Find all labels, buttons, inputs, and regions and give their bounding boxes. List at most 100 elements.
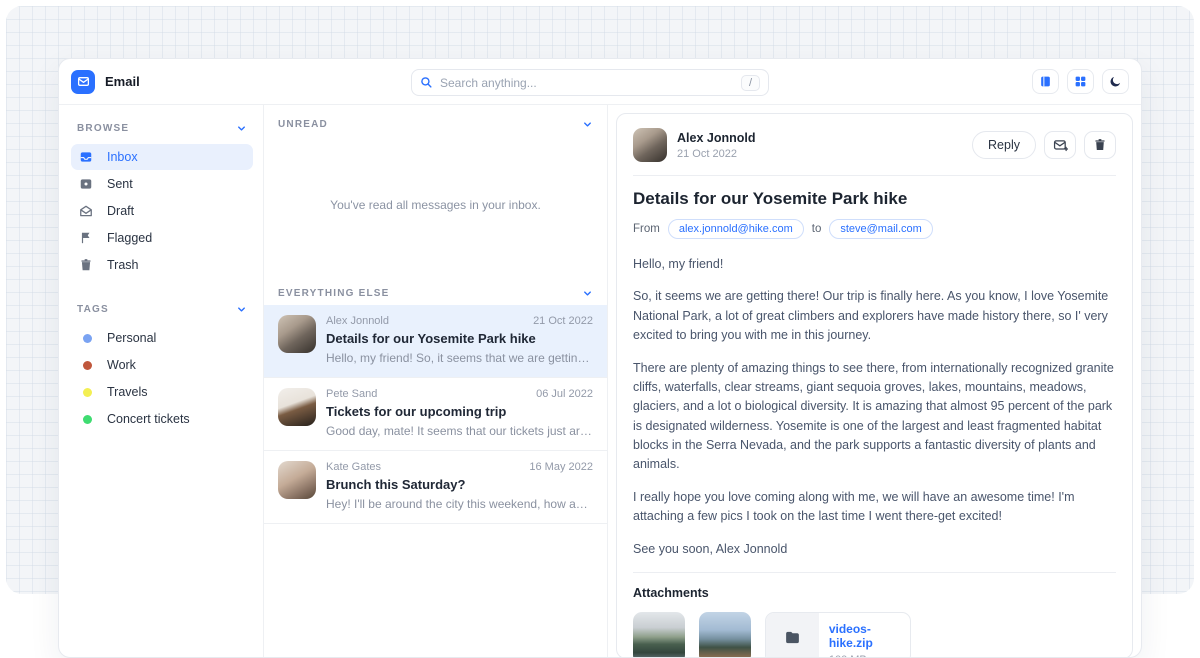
email-app-window: Email / xyxy=(58,58,1142,658)
body-paragraph: So, it seems we are getting there! Our t… xyxy=(633,287,1116,345)
sidebar-item-label: Draft xyxy=(107,204,134,218)
body-paragraph: See you soon, Alex Jonnold xyxy=(633,540,1116,559)
trash-icon xyxy=(79,258,95,272)
from-email-pill[interactable]: alex.jonnold@hike.com xyxy=(668,219,804,239)
tag-label: Personal xyxy=(107,331,156,345)
sidebar-item-draft[interactable]: Draft xyxy=(71,198,253,224)
search-bar[interactable]: / xyxy=(411,69,769,96)
moon-icon xyxy=(1109,75,1122,88)
from-label: From xyxy=(633,223,660,235)
attachment-file-card[interactable]: videos-hike.zip 100 MB xyxy=(765,612,911,658)
unread-label: UNREAD xyxy=(278,119,328,130)
mail-sender: Kate Gates xyxy=(326,461,381,473)
browse-label: BROWSE xyxy=(77,123,129,134)
attachments-row: videos-hike.zip 100 MB xyxy=(633,612,1116,658)
mail-subject: Details for our Yosemite Park hike xyxy=(326,331,593,346)
mail-date: 16 May 2022 xyxy=(529,461,593,473)
tag-color-dot xyxy=(83,415,92,424)
book-icon xyxy=(1039,75,1052,88)
tags-section-header[interactable]: TAGS xyxy=(71,300,253,325)
sidebar-item-label: Sent xyxy=(107,177,133,191)
detail-date: 21 Oct 2022 xyxy=(677,148,755,160)
attachment-photo-2[interactable] xyxy=(699,612,751,658)
body-paragraph: Hello, my friend! xyxy=(633,255,1116,274)
mail-subject: Brunch this Saturday? xyxy=(326,477,593,492)
attachment-file-name: videos-hike.zip xyxy=(829,622,910,650)
avatar xyxy=(278,315,316,353)
mail-sender: Pete Sand xyxy=(326,388,377,400)
sidebar-item-flagged[interactable]: Flagged xyxy=(71,225,253,251)
search-input[interactable] xyxy=(440,76,741,90)
tag-item-concert-tickets[interactable]: Concert tickets xyxy=(71,406,253,432)
sent-icon xyxy=(79,177,95,191)
to-label: to xyxy=(812,223,822,235)
envelope-icon xyxy=(77,75,90,88)
chevron-down-icon[interactable] xyxy=(582,288,593,299)
attachments-title: Attachments xyxy=(633,586,1116,600)
dark-mode-button[interactable] xyxy=(1102,69,1129,94)
mail-list-column: UNREAD You've read all messages in your … xyxy=(263,105,608,658)
divider xyxy=(633,572,1116,573)
detail-meta-row: From alex.jonnold@hike.com to steve@mail… xyxy=(633,219,1116,239)
flag-icon xyxy=(79,231,95,245)
detail-subject: Details for our Yosemite Park hike xyxy=(633,189,1116,209)
mail-sender: Alex Jonnold xyxy=(326,315,389,327)
trash-icon xyxy=(1093,138,1107,152)
apps-grid-icon xyxy=(1074,75,1087,88)
detail-sender-name: Alex Jonnold xyxy=(677,131,755,145)
tag-item-work[interactable]: Work xyxy=(71,352,253,378)
attachment-file-size: 100 MB xyxy=(829,654,910,658)
everything-else-section-header[interactable]: EVERYTHING ELSE xyxy=(264,274,607,305)
detail-area: Alex Jonnold 21 Oct 2022 Reply xyxy=(608,105,1141,658)
attachment-photo-1[interactable] xyxy=(633,612,685,658)
sidebar-item-trash[interactable]: Trash xyxy=(71,252,253,278)
reply-button[interactable]: Reply xyxy=(972,131,1036,159)
mail-list-item[interactable]: Pete Sand 06 Jul 2022 Tickets for our up… xyxy=(264,378,607,451)
mail-date: 21 Oct 2022 xyxy=(533,315,593,327)
to-email-pill[interactable]: steve@mail.com xyxy=(829,219,932,239)
body-paragraph: I really hope you love coming along with… xyxy=(633,488,1116,527)
draft-icon xyxy=(79,204,95,218)
unread-empty-state: You've read all messages in your inbox. xyxy=(264,136,607,274)
sidebar-item-sent[interactable]: Sent xyxy=(71,171,253,197)
tag-item-personal[interactable]: Personal xyxy=(71,325,253,351)
avatar xyxy=(278,388,316,426)
tag-label: Work xyxy=(107,358,136,372)
divider xyxy=(633,175,1116,176)
mail-date: 06 Jul 2022 xyxy=(536,388,593,400)
sidebar-item-label: Inbox xyxy=(107,150,138,164)
mail-subject: Tickets for our upcoming trip xyxy=(326,404,593,419)
detail-header: Alex Jonnold 21 Oct 2022 Reply xyxy=(633,128,1116,162)
topbar: Email / xyxy=(59,59,1141,105)
mail-list-item[interactable]: Kate Gates 16 May 2022 Brunch this Satur… xyxy=(264,451,607,524)
avatar xyxy=(278,461,316,499)
delete-mail-button[interactable] xyxy=(1084,131,1116,159)
tag-color-dot xyxy=(83,361,92,370)
apps-button[interactable] xyxy=(1067,69,1094,94)
sidebar-item-label: Trash xyxy=(107,258,139,272)
notebook-button[interactable] xyxy=(1032,69,1059,94)
unread-section-header[interactable]: UNREAD xyxy=(264,105,607,136)
app-logo xyxy=(71,70,95,94)
mail-preview: Hey! I'll be around the city this weeken… xyxy=(326,497,593,511)
browse-section-header[interactable]: BROWSE xyxy=(71,119,253,144)
folder-icon xyxy=(766,613,819,658)
chevron-down-icon[interactable] xyxy=(236,304,247,315)
tags-label: TAGS xyxy=(77,304,109,315)
mail-list-item[interactable]: Alex Jonnold 21 Oct 2022 Details for our… xyxy=(264,305,607,378)
sidebar-item-label: Flagged xyxy=(107,231,152,245)
mail-preview: Hello, my friend! So, it seems that we a… xyxy=(326,351,593,365)
sidebar-item-inbox[interactable]: Inbox xyxy=(71,144,253,170)
everything-else-label: EVERYTHING ELSE xyxy=(278,288,390,299)
email-detail-panel: Alex Jonnold 21 Oct 2022 Reply xyxy=(616,113,1133,658)
app-title: Email xyxy=(105,74,140,89)
tag-item-travels[interactable]: Travels xyxy=(71,379,253,405)
tag-label: Concert tickets xyxy=(107,412,190,426)
body-paragraph: There are plenty of amazing things to se… xyxy=(633,359,1116,475)
tag-color-dot xyxy=(83,388,92,397)
forward-mail-button[interactable] xyxy=(1044,131,1076,159)
chevron-down-icon[interactable] xyxy=(236,123,247,134)
chevron-down-icon[interactable] xyxy=(582,119,593,130)
mail-preview: Good day, mate! It seems that our ticket… xyxy=(326,424,593,438)
topbar-actions xyxy=(1032,69,1129,94)
